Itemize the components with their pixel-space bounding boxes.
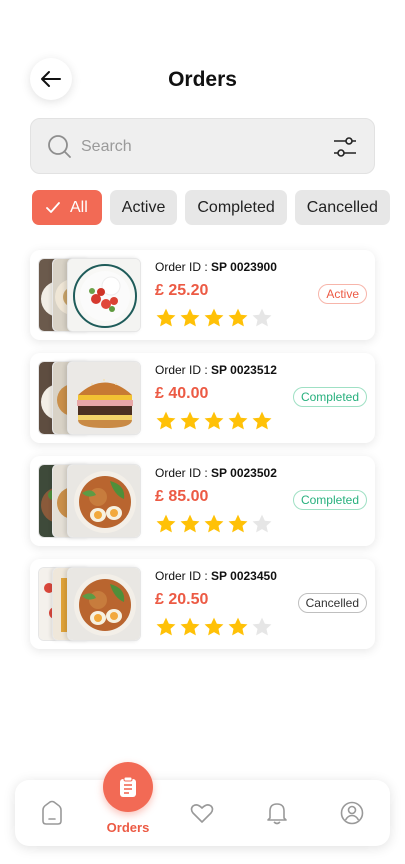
tab-label: Completed: [197, 198, 275, 216]
order-id-value: SP 0023502: [211, 466, 277, 480]
status-tabs: All Active Completed Cancelled: [32, 190, 390, 226]
status-badge: Cancelled: [297, 593, 367, 613]
tab-cancelled[interactable]: Cancelled: [294, 190, 390, 225]
star-empty-icon: [252, 308, 272, 327]
star-filled-icon: [204, 411, 224, 430]
star-filled-icon: [180, 411, 200, 430]
star-rating: [155, 616, 273, 638]
food-image: [67, 361, 141, 435]
star-rating: [155, 307, 273, 329]
star-filled-icon: [156, 411, 176, 430]
status-badge: Active: [318, 284, 367, 304]
tab-label: Cancelled: [306, 198, 378, 216]
food-image: [67, 258, 141, 332]
star-filled-icon: [156, 308, 176, 327]
clipboard-icon: [120, 776, 136, 797]
food-image: [67, 567, 141, 641]
star-filled-icon: [204, 308, 224, 327]
star-filled-icon: [228, 308, 248, 327]
star-filled-icon: [156, 514, 176, 533]
check-icon: [46, 201, 60, 213]
star-filled-icon: [228, 514, 248, 533]
star-filled-icon: [228, 411, 248, 430]
star-empty-icon: [252, 514, 272, 533]
nav-home[interactable]: [39, 800, 65, 826]
search-bar: [30, 118, 375, 174]
star-filled-icon: [204, 514, 224, 533]
food-image: [67, 464, 141, 538]
tab-active[interactable]: Active: [109, 190, 178, 225]
tab-label: Active: [121, 198, 166, 216]
star-filled-icon: [252, 411, 272, 430]
nav-orders[interactable]: [103, 762, 153, 812]
order-id-value: SP 0023450: [211, 569, 277, 583]
tab-completed[interactable]: Completed: [185, 190, 287, 225]
star-filled-icon: [204, 617, 224, 636]
bell-icon: [267, 803, 287, 825]
star-filled-icon: [180, 308, 200, 327]
tab-label: All: [70, 198, 88, 216]
order-id: Order ID : SP 0023900: [155, 260, 277, 274]
order-price: £ 25.20: [155, 282, 209, 299]
home-icon: [42, 800, 62, 825]
page-title: Orders: [168, 68, 237, 91]
order-price: £ 20.50: [155, 591, 209, 608]
star-filled-icon: [180, 514, 200, 533]
order-card[interactable]: Order ID : SP 0023450 £ 20.50 Cancelled: [30, 559, 375, 649]
bottom-nav: Orders: [15, 762, 390, 846]
order-thumbnails: [38, 464, 146, 538]
order-price: £ 40.00: [155, 385, 209, 402]
order-card[interactable]: Order ID : SP 0023900 £ 25.20 Active: [30, 250, 375, 340]
order-id: Order ID : SP 0023450: [155, 569, 277, 583]
sliders-icon[interactable]: [332, 134, 358, 160]
star-filled-icon: [228, 617, 248, 636]
order-id: Order ID : SP 0023502: [155, 466, 277, 480]
heart-icon: [190, 804, 214, 823]
user-icon: [340, 801, 364, 825]
order-id-value: SP 0023512: [211, 363, 277, 377]
star-filled-icon: [180, 617, 200, 636]
order-id-value: SP 0023900: [211, 260, 277, 274]
order-thumbnails: [38, 361, 146, 435]
star-rating: [155, 410, 273, 432]
order-card[interactable]: Order ID : SP 0023502 £ 85.00 Completed: [30, 456, 375, 546]
star-filled-icon: [156, 617, 176, 636]
status-badge: Completed: [292, 490, 367, 510]
search-input[interactable]: [81, 133, 311, 161]
order-thumbnails: [38, 258, 146, 332]
order-card[interactable]: Order ID : SP 0023512 £ 40.00 Completed: [30, 353, 375, 443]
nav-notifications[interactable]: [264, 800, 290, 826]
tab-all[interactable]: All: [32, 190, 102, 225]
star-rating: [155, 513, 273, 535]
status-badge: Completed: [292, 387, 367, 407]
search-icon: [48, 135, 71, 158]
order-thumbnails: [38, 567, 146, 641]
nav-profile[interactable]: [339, 800, 365, 826]
star-empty-icon: [252, 617, 272, 636]
order-id: Order ID : SP 0023512: [155, 363, 277, 377]
nav-favorites[interactable]: [189, 800, 215, 826]
order-price: £ 85.00: [155, 488, 209, 505]
nav-orders-label[interactable]: Orders: [101, 820, 155, 835]
header: Orders: [0, 58, 405, 104]
